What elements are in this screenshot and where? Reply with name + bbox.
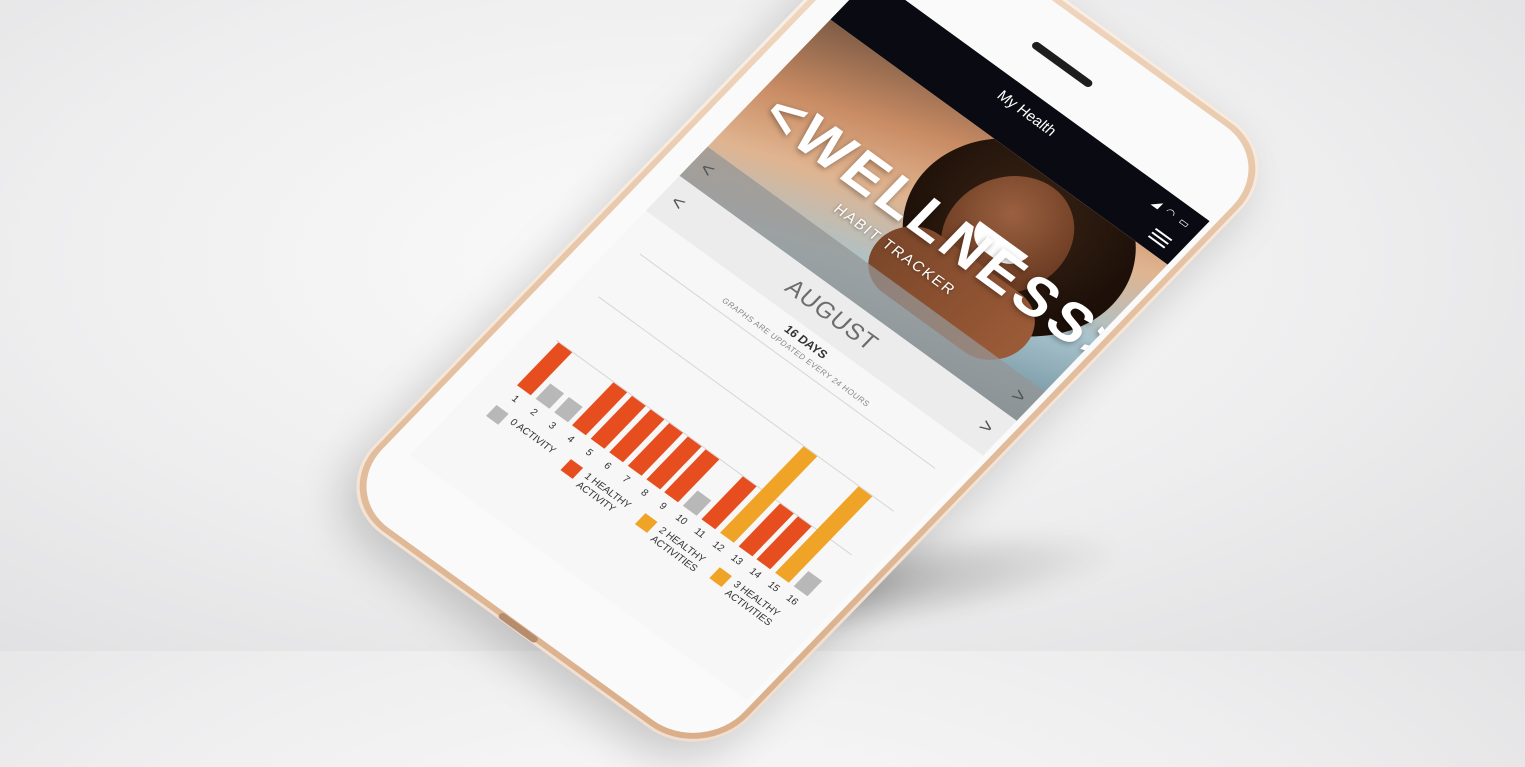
chart-tick-label: 16 — [783, 593, 801, 608]
chart-tick-label: 11 — [691, 526, 708, 541]
smartphone: My Health ◢ ◠ ▭ <WELLNESS> HABIT TRACKER… — [326, 0, 1289, 767]
speaker-grille — [1029, 40, 1094, 89]
chart-tick-label: 8 — [638, 487, 651, 499]
chart-bar-day-16 — [793, 571, 823, 597]
chart-tick-label: 3 — [545, 420, 559, 432]
charging-port — [496, 611, 539, 644]
legend-label: 0 ACTIVITY — [507, 417, 558, 457]
chart-tick-label: 5 — [582, 447, 595, 459]
chart-tick-label: 14 — [746, 566, 764, 581]
menu-icon[interactable] — [1146, 226, 1175, 251]
hero-next-arrow[interactable]: > — [1006, 385, 1031, 409]
chart-tick-label: 4 — [564, 433, 577, 446]
chart-tick-label: 6 — [601, 460, 614, 472]
chart-tick-label: 9 — [656, 500, 669, 513]
phone-front: My Health ◢ ◠ ▭ <WELLNESS> HABIT TRACKER… — [340, 0, 1275, 756]
chart-tick-label: 2 — [527, 407, 540, 419]
legend-swatch — [486, 405, 509, 425]
chart-tick-label: 12 — [709, 539, 727, 555]
chart-tick-label: 15 — [765, 579, 782, 595]
hero-prev-arrow[interactable]: < — [694, 158, 720, 182]
chart-tick-label: 7 — [619, 474, 632, 486]
legend-label: 3 HEALTHY ACTIVITIES — [722, 579, 782, 629]
chart-tick-label: 13 — [728, 552, 745, 568]
chart-tick-label: 1 — [508, 393, 522, 405]
chart-tick-label: 10 — [672, 512, 690, 528]
